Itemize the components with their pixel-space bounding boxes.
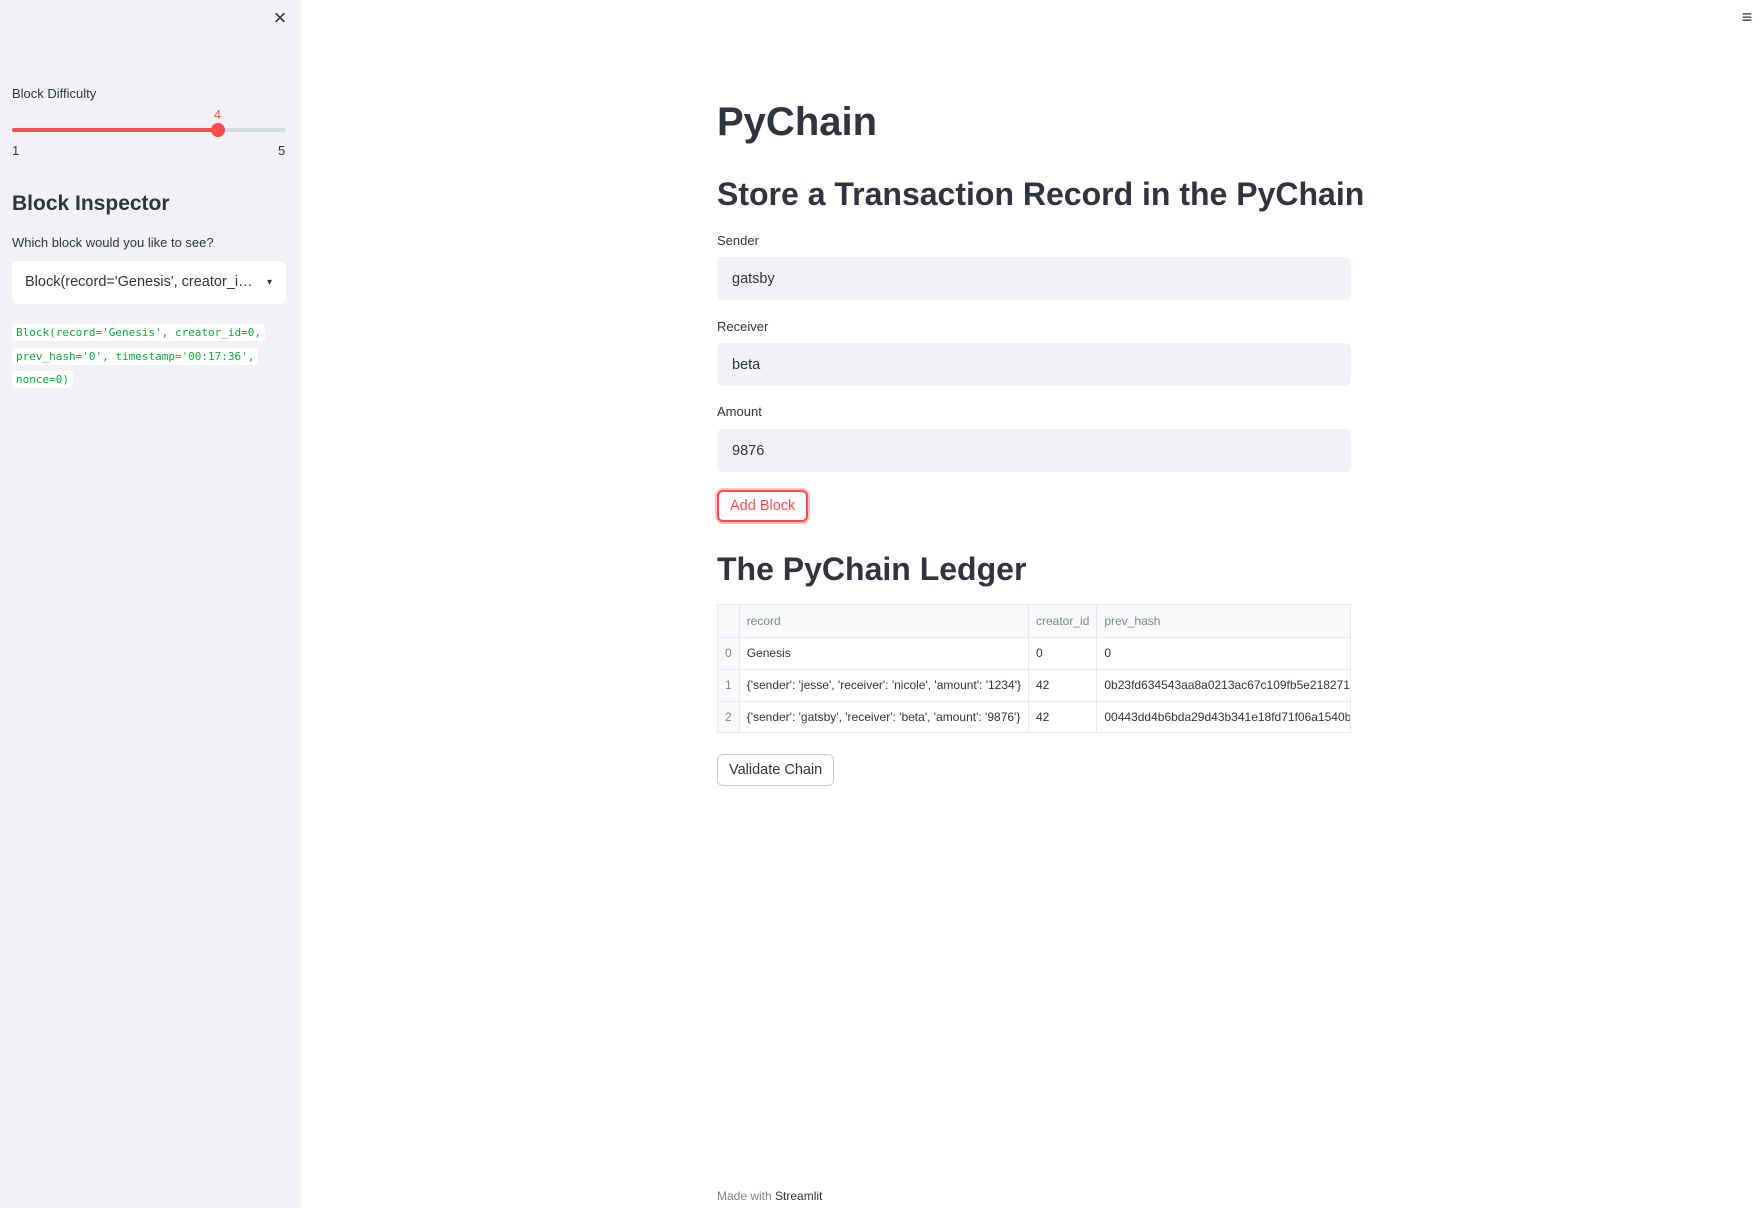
amount-input[interactable]	[717, 429, 1351, 472]
ledger-title: The PyChain Ledger	[717, 551, 1027, 587]
validate-chain-button[interactable]: Validate Chain	[717, 754, 835, 786]
close-sidebar-icon[interactable]: ×	[268, 6, 292, 30]
footer-prefix: Made with	[717, 1189, 776, 1203]
chevron-down-icon: ▾	[266, 277, 272, 288]
receiver-label: Receiver	[717, 319, 769, 334]
code-line: Block(record='Genesis', creator_id=0,	[12, 324, 266, 341]
hamburger-menu-icon[interactable]: ≡	[1737, 6, 1757, 28]
code-line: prev_hash='0', timestamp='00:17:36',	[12, 347, 259, 365]
table-row: 0 Genesis 0 0	[718, 637, 1350, 670]
block-difficulty-label: Block Difficulty	[12, 86, 97, 101]
column-header-record: record	[739, 605, 1030, 638]
column-header-creator-id: creator_id	[1028, 605, 1098, 638]
streamlit-link[interactable]: Streamlit	[775, 1189, 822, 1203]
prev-hash-cell: 0	[1096, 637, 1350, 670]
ledger-table[interactable]: record creator_id prev_hash 0 Genesis 0 …	[717, 604, 1351, 733]
prev-hash-cell: 0b23fd634543aa8a0213ac67c109fb5e218271e	[1096, 669, 1350, 702]
table-row: 1 {'sender': 'jesse', 'receiver': 'nicol…	[718, 669, 1350, 702]
slider-min-label: 1	[12, 143, 20, 158]
record-cell: {'sender': 'gatsby', 'receiver': 'beta',…	[739, 701, 1030, 732]
difficulty-slider[interactable]	[12, 123, 286, 137]
sender-label: Sender	[717, 233, 759, 248]
receiver-input[interactable]	[717, 343, 1351, 386]
record-cell: {'sender': 'jesse', 'receiver': 'nicole'…	[739, 669, 1030, 702]
table-row: 2 {'sender': 'gatsby', 'receiver': 'beta…	[718, 701, 1350, 732]
slider-max-label: 5	[278, 143, 286, 158]
block-code-output: Block(record='Genesis', creator_id=0, pr…	[12, 321, 272, 392]
prev-hash-cell: 00443dd4b6bda29d43b341e18fd71f06a1540b	[1096, 701, 1350, 732]
block-select-value: Block(record='Genesis', creator_id=...	[25, 274, 267, 290]
row-index: 1	[718, 669, 740, 702]
block-select-label: Which block would you like to see?	[12, 235, 214, 250]
block-select[interactable]: Block(record='Genesis', creator_id=... ▾	[12, 261, 286, 304]
slider-value: 4	[213, 107, 222, 122]
section-title-store: Store a Transaction Record in the PyChai…	[717, 176, 1365, 212]
column-header-prev-hash: prev_hash	[1096, 605, 1350, 638]
block-inspector-heading: Block Inspector	[12, 192, 170, 215]
creator-id-cell: 42	[1028, 701, 1098, 732]
row-index: 2	[718, 701, 740, 732]
slider-fill	[12, 128, 218, 132]
amount-label: Amount	[717, 404, 762, 419]
app-window: × Block Difficulty 4 1 5 Block Inspector…	[0, 0, 1762, 1208]
creator-id-cell: 0	[1028, 637, 1098, 670]
sender-input[interactable]	[717, 257, 1351, 300]
page-title: PyChain	[717, 100, 878, 144]
footer: Made with Streamlit	[717, 1189, 822, 1203]
slider-thumb[interactable]	[210, 123, 225, 137]
table-header-row: record creator_id prev_hash	[718, 605, 1350, 638]
record-cell: Genesis	[739, 637, 1030, 670]
sidebar: × Block Difficulty 4 1 5 Block Inspector…	[0, 0, 301, 1208]
code-line: nonce=0)	[12, 371, 73, 388]
column-header-index	[718, 605, 740, 638]
row-index: 0	[718, 637, 740, 670]
add-block-button[interactable]: Add Block	[717, 490, 809, 522]
creator-id-cell: 42	[1028, 669, 1098, 702]
